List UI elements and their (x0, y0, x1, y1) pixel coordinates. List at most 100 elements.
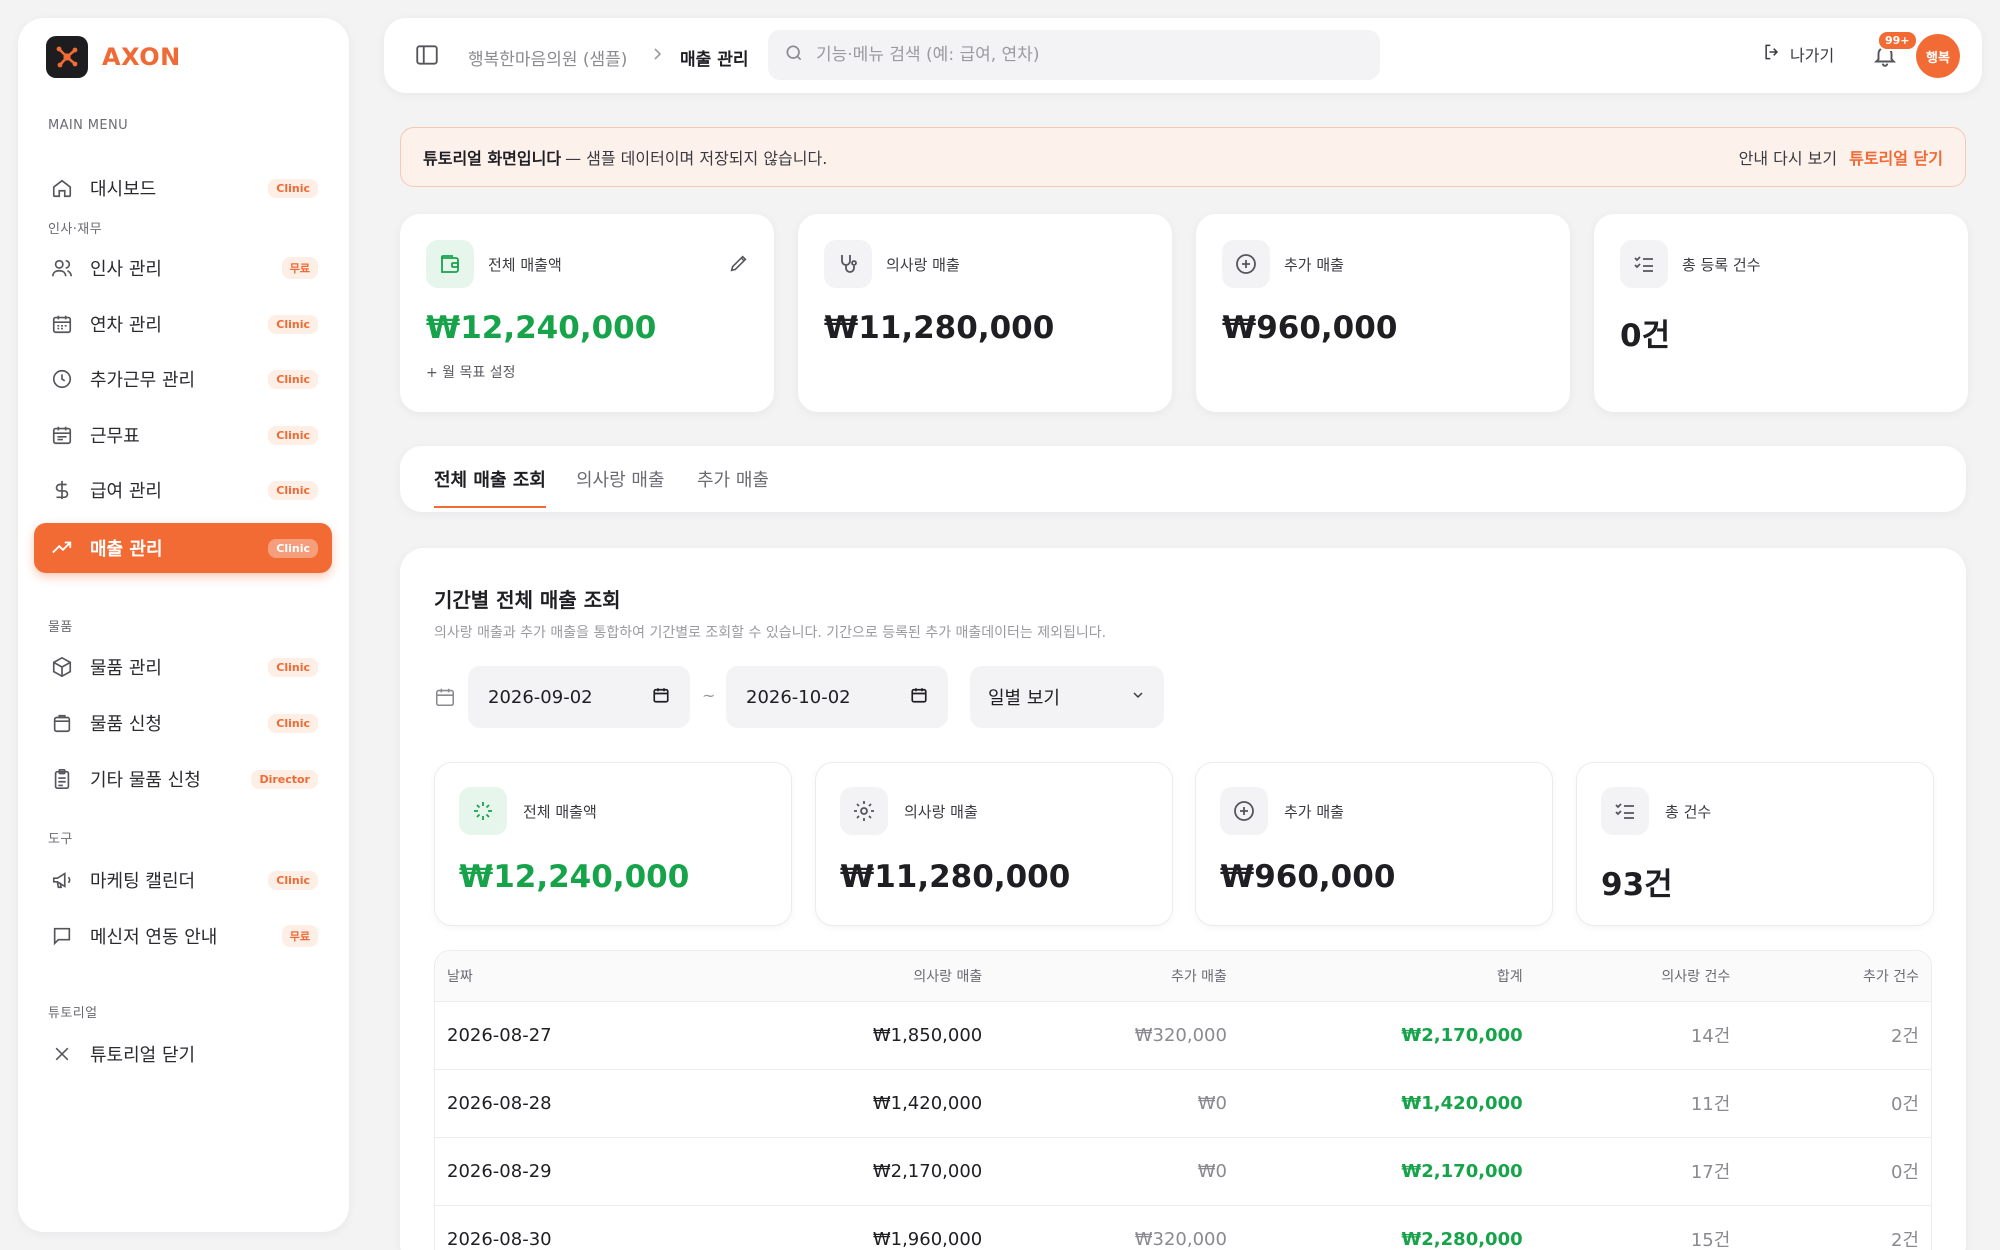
column-header-extra[interactable]: 추가 매출 (994, 951, 1239, 1002)
sidebar-toggle-icon[interactable] (414, 42, 442, 70)
stat-value: ₩12,240,000 (426, 310, 657, 346)
section-label-goods: 물품 (48, 620, 73, 635)
cell-uisarang: ₩1,420,000 (674, 1069, 995, 1138)
chevron-right-icon (652, 46, 664, 65)
chevron-down-icon (1130, 687, 1146, 707)
calendar-picker-icon[interactable] (652, 686, 670, 708)
view-mode-value: 일별 보기 (988, 688, 1060, 709)
checklist-icon (1601, 787, 1649, 835)
message-icon (48, 922, 76, 950)
sidebar-item-label: 급여 관리 (90, 481, 162, 502)
sidebar-item-close-tutorial[interactable]: 튜토리얼 닫기 (34, 1029, 332, 1079)
plan-badge: Clinic (268, 657, 318, 677)
section-label-main: MAIN MENU (48, 118, 129, 133)
calendar-icon (434, 686, 458, 710)
edit-icon[interactable] (728, 252, 750, 274)
sidebar-item-messenger[interactable]: 메신저 연동 안내 무료 (34, 911, 332, 961)
summary-value: 93건 (1601, 867, 1673, 903)
table-row[interactable]: 2026-08-29 ₩2,170,000 ₩0 ₩2,170,000 17건 … (435, 1137, 1931, 1206)
sidebar-item-leave[interactable]: 연차 관리 Clinic (34, 299, 332, 349)
calendar-picker-icon[interactable] (910, 686, 928, 708)
brand-name: AXON (102, 43, 181, 71)
end-date-value: 2026-10-02 (746, 686, 851, 708)
sidebar-item-overtime[interactable]: 추가근무 관리 Clinic (34, 354, 332, 404)
notification-badge: 99+ (1877, 30, 1918, 51)
sidebar-item-sales[interactable]: 매출 관리 Clinic (34, 523, 332, 573)
section-label-hr: 인사·재무 (48, 222, 102, 237)
sidebar-item-label: 근무표 (90, 426, 140, 447)
wallet-icon (426, 240, 474, 288)
stat-label: 총 등록 건수 (1682, 256, 1761, 274)
sidebar-item-label: 인사 관리 (90, 259, 162, 280)
summary-card-extra: 추가 매출 ₩960,000 (1195, 762, 1553, 926)
sidebar-item-inventory[interactable]: 물품 관리 Clinic (34, 642, 332, 692)
sidebar-item-label: 물품 신청 (90, 714, 162, 735)
brand[interactable]: AXON (46, 36, 181, 78)
users-icon (48, 254, 76, 282)
breadcrumb-clinic[interactable]: 행복한마음의원 (샘플) (468, 45, 627, 70)
set-monthly-goal-link[interactable]: + 월 목표 설정 (426, 362, 515, 382)
sidebar-item-label: 대시보드 (90, 179, 157, 200)
search-icon (784, 43, 804, 67)
plan-badge: Director (251, 769, 318, 789)
cell-uisarang: ₩1,960,000 (674, 1205, 995, 1250)
sidebar: AXON MAIN MENU 대시보드 Clinic 인사·재무 인사 관리 무… (18, 18, 349, 1232)
exit-button[interactable]: 나가기 (1762, 42, 1834, 66)
exit-label: 나가기 (1790, 46, 1835, 65)
gear-icon (840, 787, 888, 835)
cell-extra-count: 2건 (1742, 1205, 1931, 1250)
plan-badge: Clinic (268, 713, 318, 733)
column-header-uisarang-count[interactable]: 의사랑 건수 (1534, 951, 1743, 1002)
sparkle-icon (459, 787, 507, 835)
table-row[interactable]: 2026-08-27 ₩1,850,000 ₩320,000 ₩2,170,00… (435, 1001, 1931, 1070)
sidebar-item-label: 추가근무 관리 (90, 370, 196, 391)
column-header-uisarang[interactable]: 의사랑 매출 (674, 951, 995, 1002)
column-header-date[interactable]: 날짜 (435, 951, 675, 1002)
start-date-input[interactable]: 2026-09-02 (468, 666, 690, 728)
plan-badge: Clinic (268, 870, 318, 890)
period-sales-panel: 기간별 전체 매출 조회 의사랑 매출과 추가 매출을 통합하여 기간별로 조회… (400, 548, 1966, 1250)
stat-card-extra-sales: 추가 매출 ₩960,000 (1196, 214, 1570, 412)
search-input[interactable] (816, 45, 1356, 65)
sidebar-item-label: 튜토리얼 닫기 (90, 1045, 196, 1066)
cell-total: ₩2,280,000 (1238, 1205, 1535, 1250)
cell-date: 2026-08-28 (435, 1069, 675, 1138)
avatar[interactable]: 행복 (1916, 34, 1960, 78)
cell-date: 2026-08-30 (435, 1205, 675, 1250)
tab-extra-sales[interactable]: 추가 매출 (697, 466, 769, 506)
cell-date: 2026-08-29 (435, 1137, 675, 1206)
cell-uisarang-count: 11건 (1534, 1069, 1743, 1138)
table-row[interactable]: 2026-08-28 ₩1,420,000 ₩0 ₩1,420,000 11건 … (435, 1069, 1931, 1138)
column-header-total[interactable]: 합계 (1238, 951, 1535, 1002)
close-tutorial-link[interactable]: 튜토리얼 닫기 (1849, 145, 1943, 169)
plan-badge: Clinic (268, 369, 318, 389)
cell-extra: ₩0 (994, 1069, 1239, 1138)
cell-total: ₩1,420,000 (1238, 1069, 1535, 1138)
tab-total-sales[interactable]: 전체 매출 조회 (434, 466, 546, 508)
tab-uisarang-sales[interactable]: 의사랑 매출 (576, 466, 665, 506)
sidebar-item-other-request[interactable]: 기타 물품 신청 Director (34, 754, 332, 804)
end-date-input[interactable]: 2026-10-02 (726, 666, 948, 728)
sidebar-item-hr[interactable]: 인사 관리 무료 (34, 243, 332, 293)
stat-value: ₩11,280,000 (824, 310, 1055, 346)
sidebar-item-schedule[interactable]: 근무표 Clinic (34, 410, 332, 460)
plan-badge: Clinic (268, 480, 318, 500)
search-box[interactable] (768, 30, 1380, 80)
column-header-extra-count[interactable]: 추가 건수 (1742, 951, 1931, 1002)
notice-title: 튜토리얼 화면입니다 (423, 149, 562, 168)
sidebar-item-dashboard[interactable]: 대시보드 Clinic (34, 163, 332, 213)
show-guide-again-link[interactable]: 안내 다시 보기 (1739, 145, 1838, 169)
view-mode-select[interactable]: 일별 보기 (970, 666, 1164, 728)
sidebar-item-goods-request[interactable]: 물품 신청 Clinic (34, 698, 332, 748)
section-label-tools: 도구 (48, 832, 73, 847)
sidebar-item-payroll[interactable]: 급여 관리 Clinic (34, 465, 332, 515)
axon-logo-icon (46, 36, 88, 78)
cell-extra-count: 0건 (1742, 1137, 1931, 1206)
table-row[interactable]: 2026-08-30 ₩1,960,000 ₩320,000 ₩2,280,00… (435, 1205, 1931, 1250)
checklist-icon (1620, 240, 1668, 288)
stat-label: 추가 매출 (1284, 256, 1344, 274)
sidebar-item-marketing[interactable]: 마케팅 캘린더 Clinic (34, 855, 332, 905)
trending-up-icon (48, 534, 76, 562)
sidebar-item-label: 마케팅 캘린더 (90, 871, 196, 892)
panel-description: 의사랑 매출과 추가 매출을 통합하여 기간별로 조회할 수 있습니다. 기간으… (434, 625, 1107, 641)
